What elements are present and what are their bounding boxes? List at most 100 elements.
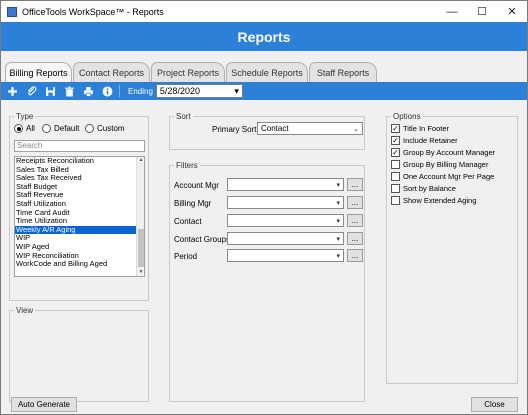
title-bar: OfficeTools WorkSpace™ - Reports — ☐ ✕ xyxy=(1,1,527,22)
scroll-up-icon[interactable]: ▲ xyxy=(137,157,144,164)
report-search-input[interactable]: Search xyxy=(14,140,145,152)
filter-label: Period xyxy=(174,252,198,261)
period-select[interactable]: ▾ xyxy=(227,249,344,262)
ending-label: Ending xyxy=(128,86,153,96)
radio-button-icon xyxy=(14,124,23,133)
primary-sort-label: Primary Sort xyxy=(212,125,257,134)
info-icon[interactable] xyxy=(99,83,115,99)
account-mgr-browse-button[interactable]: ... xyxy=(347,178,363,191)
checkbox-icon xyxy=(391,160,400,169)
report-settings-panel: Type All Default Custom Search Receipts … xyxy=(1,100,527,414)
sort-group-label: Sort xyxy=(174,112,193,121)
page-header: Reports xyxy=(1,22,527,51)
radio-default-label: Default xyxy=(54,124,80,133)
radio-all-label: All xyxy=(26,124,35,133)
report-list[interactable]: Receipts Reconciliation Sales Tax Billed… xyxy=(14,156,145,277)
checkbox-label: Sort by Balance xyxy=(403,184,456,193)
checkbox-label: Include Retainer xyxy=(403,136,458,145)
checkbox-icon xyxy=(391,172,400,181)
period-browse-button[interactable]: ... xyxy=(347,249,363,262)
checkbox-title-in-footer[interactable]: ✓ Title In Footer xyxy=(391,124,449,133)
contact-groups-select[interactable]: ▾ xyxy=(227,232,344,245)
chevron-down-icon: ⌄ xyxy=(353,125,359,133)
chevron-down-icon: ▾ xyxy=(336,199,340,207)
radio-button-icon xyxy=(42,124,51,133)
checkbox-label: Group By Billing Manager xyxy=(403,160,489,169)
auto-generate-button[interactable]: Auto Generate xyxy=(11,397,77,412)
ending-date-value: 5/28/2020 xyxy=(159,86,200,96)
checkbox-icon xyxy=(391,196,400,205)
checkbox-icon: ✓ xyxy=(391,147,400,157)
checkbox-label: Title In Footer xyxy=(403,124,449,133)
app-logo-icon xyxy=(7,6,17,17)
filter-label: Contact xyxy=(174,217,202,226)
account-mgr-select[interactable]: ▾ xyxy=(227,178,344,191)
tab-project-reports[interactable]: Project Reports xyxy=(151,62,225,82)
tab-staff-reports[interactable]: Staff Reports xyxy=(309,62,377,82)
list-item-selected[interactable]: Weekly A/R Aging xyxy=(15,225,144,235)
primary-sort-value: Contact xyxy=(261,124,289,133)
report-tabs: Billing Reports Contact Reports Project … xyxy=(1,51,527,82)
radio-all[interactable]: All xyxy=(14,124,35,133)
contact-groups-browse-button[interactable]: ... xyxy=(347,232,363,245)
options-group: Options ✓ Title In Footer ✓ Include Reta… xyxy=(386,112,518,384)
tab-billing-reports[interactable]: Billing Reports xyxy=(5,62,72,82)
filter-label: Contact Groups xyxy=(174,235,231,244)
sort-group: Sort Primary Sort Contact ⌄ xyxy=(169,112,365,150)
checkbox-label: Group By Account Manager xyxy=(403,148,496,157)
type-group: Type All Default Custom Search Receipts … xyxy=(9,112,149,301)
maximize-button[interactable]: ☐ xyxy=(467,1,497,22)
scroll-thumb[interactable] xyxy=(138,229,144,267)
chevron-down-icon: ▾ xyxy=(234,85,239,96)
checkbox-group-by-account-manager[interactable]: ✓ Group By Account Manager xyxy=(391,148,495,157)
ending-date-picker[interactable]: 5/28/2020 ▾ xyxy=(155,84,243,98)
add-icon[interactable] xyxy=(4,83,20,99)
checkbox-include-retainer[interactable]: ✓ Include Retainer xyxy=(391,136,458,145)
billing-mgr-select[interactable]: ▾ xyxy=(227,196,344,209)
tab-schedule-reports[interactable]: Schedule Reports xyxy=(226,62,308,82)
scroll-down-icon[interactable]: ▼ xyxy=(137,269,144,276)
checkbox-icon: ✓ xyxy=(391,123,400,133)
window-title: OfficeTools WorkSpace™ - Reports xyxy=(22,6,164,17)
attach-icon[interactable] xyxy=(23,83,39,99)
close-window-button[interactable]: ✕ xyxy=(497,1,527,22)
view-group-label: View xyxy=(14,306,36,315)
checkbox-one-account-mgr-per-page[interactable]: One Account Mgr Per Page xyxy=(391,172,494,181)
radio-custom-label: Custom xyxy=(97,124,125,133)
filters-group: Filters Account Mgr ▾ ... Billing Mgr ▾ … xyxy=(169,161,365,402)
toolbar-separator xyxy=(119,85,120,97)
checkbox-group-by-billing-manager[interactable]: Group By Billing Manager xyxy=(391,160,488,169)
save-icon[interactable] xyxy=(42,83,58,99)
print-icon[interactable] xyxy=(80,83,96,99)
checkbox-show-extended-aging[interactable]: Show Extended Aging xyxy=(391,196,476,205)
billing-mgr-browse-button[interactable]: ... xyxy=(347,196,363,209)
tab-contact-reports[interactable]: Contact Reports xyxy=(73,62,150,82)
contact-select[interactable]: ▾ xyxy=(227,214,344,227)
options-group-label: Options xyxy=(391,112,423,121)
list-item[interactable]: WorkCode and Billing Aged xyxy=(15,260,144,269)
radio-custom[interactable]: Custom xyxy=(85,124,125,133)
contact-browse-button[interactable]: ... xyxy=(347,214,363,227)
view-group: View xyxy=(9,306,149,402)
chevron-down-icon: ▾ xyxy=(336,252,340,260)
delete-icon[interactable] xyxy=(61,83,77,99)
checkbox-icon xyxy=(391,184,400,193)
filters-group-label: Filters xyxy=(174,161,200,170)
filter-label: Account Mgr xyxy=(174,181,219,190)
chevron-down-icon: ▾ xyxy=(336,181,340,189)
type-group-label: Type xyxy=(14,112,36,121)
checkbox-label: One Account Mgr Per Page xyxy=(403,172,495,181)
list-scrollbar[interactable]: ▲ ▼ xyxy=(136,157,144,276)
checkbox-sort-by-balance[interactable]: Sort by Balance xyxy=(391,184,456,193)
primary-sort-select[interactable]: Contact ⌄ xyxy=(257,122,363,135)
checkbox-icon: ✓ xyxy=(391,135,400,145)
filter-label: Billing Mgr xyxy=(174,199,212,208)
checkbox-label: Show Extended Aging xyxy=(403,196,477,205)
reports-window: OfficeTools WorkSpace™ - Reports — ☐ ✕ R… xyxy=(0,0,528,415)
close-button[interactable]: Close xyxy=(471,397,518,412)
chevron-down-icon: ▾ xyxy=(336,217,340,225)
radio-default[interactable]: Default xyxy=(42,124,79,133)
chevron-down-icon: ▾ xyxy=(336,235,340,243)
radio-button-icon xyxy=(85,124,94,133)
minimize-button[interactable]: — xyxy=(437,1,467,22)
